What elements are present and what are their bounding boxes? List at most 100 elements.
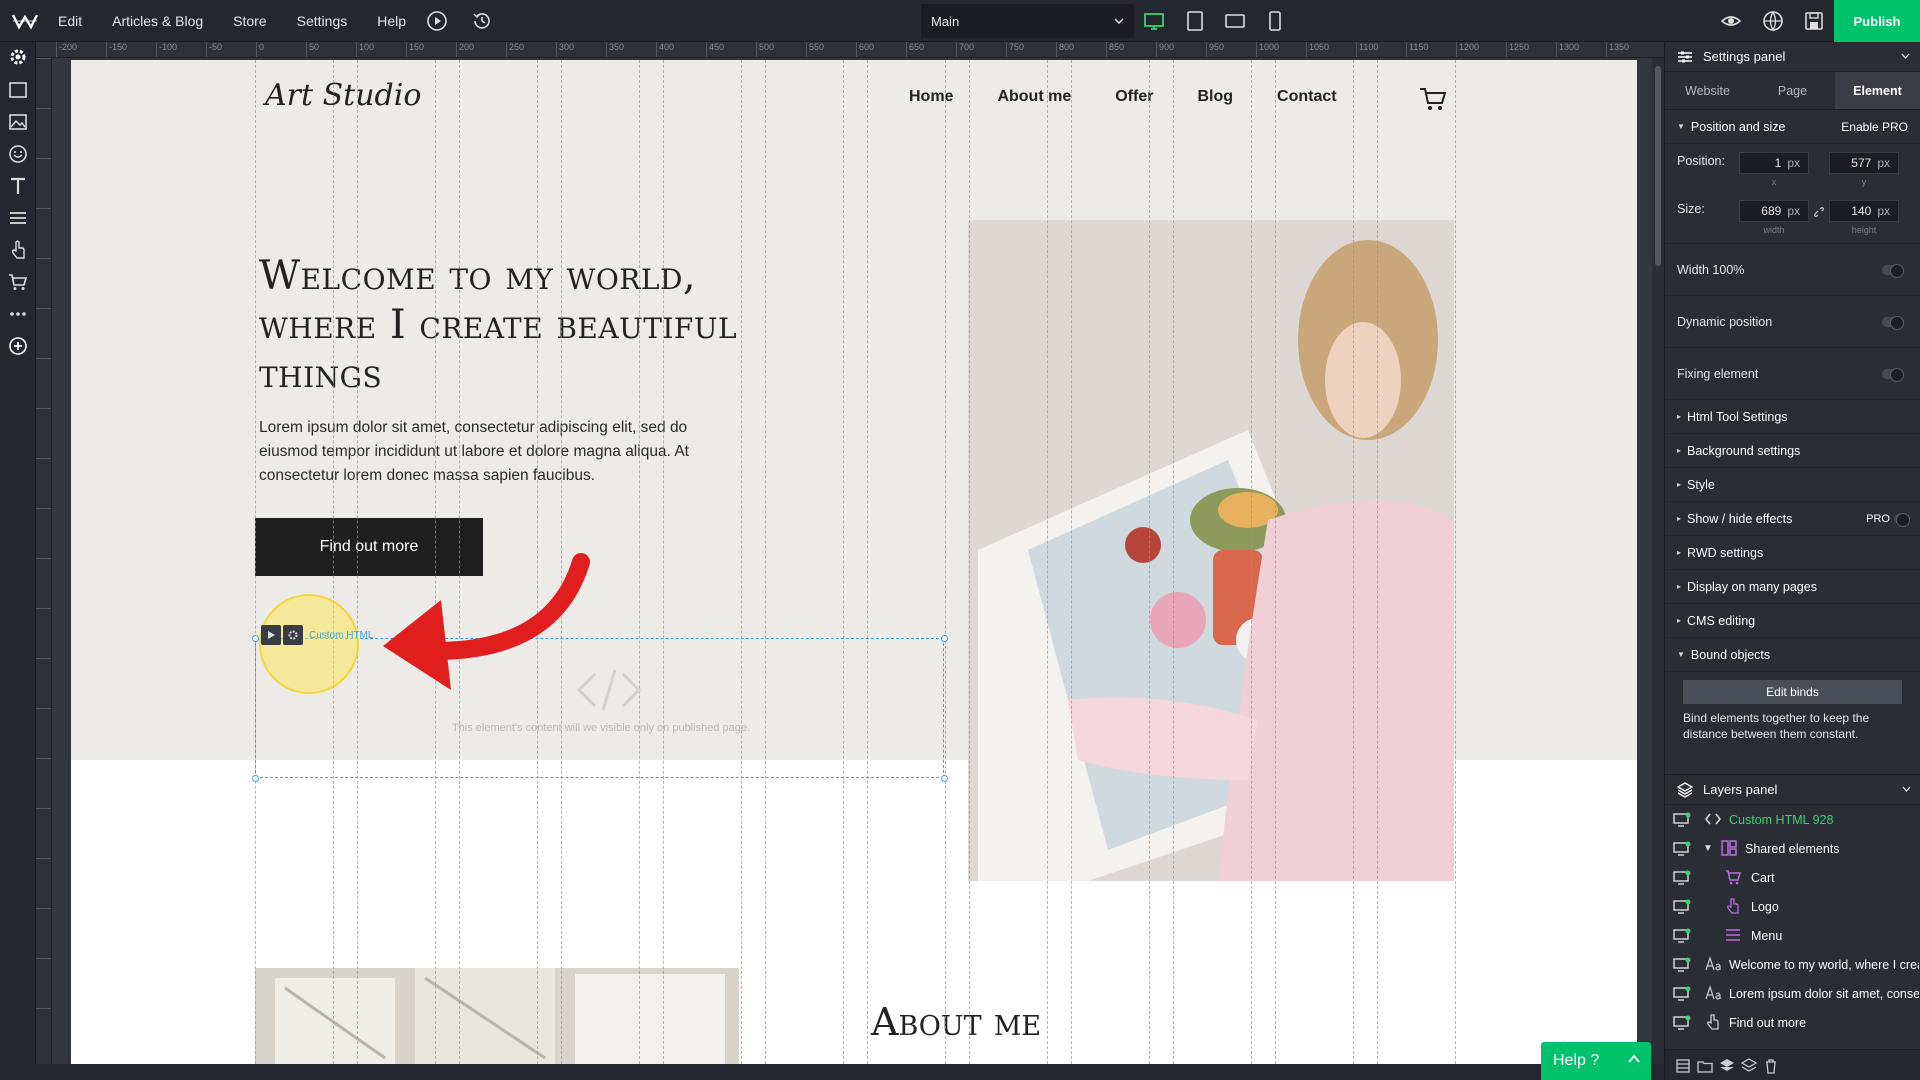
menu-edit[interactable]: Edit <box>58 13 82 29</box>
chevron-down-icon[interactable] <box>1902 786 1911 792</box>
nav-blog[interactable]: Blog <box>1197 88 1233 106</box>
layer-outline-icon[interactable] <box>1741 1058 1757 1074</box>
settings-panel-header[interactable]: Settings panel <box>1665 42 1920 72</box>
eye-preview-icon[interactable] <box>1720 10 1742 32</box>
move-element-button[interactable] <box>261 625 281 645</box>
layer-item[interactable]: Logo <box>1665 892 1920 921</box>
tablet-view-icon[interactable] <box>1184 10 1206 32</box>
section-rwd-settings[interactable]: ▸ RWD settings <box>1665 536 1920 570</box>
section-bound-objects[interactable]: ▼ Bound objects <box>1665 638 1920 672</box>
website-page[interactable]: Art Studio Home About me Offer Blog Cont… <box>71 60 1637 1064</box>
menu-help[interactable]: Help <box>377 13 406 29</box>
visibility-desktop-icon[interactable] <box>1673 986 1691 1002</box>
desktop-view-icon[interactable] <box>1143 10 1165 32</box>
section-html-tool-settings[interactable]: ▸ Html Tool Settings <box>1665 400 1920 434</box>
link-ratio-icon[interactable] <box>1813 206 1825 218</box>
tab-website[interactable]: Website <box>1665 72 1750 109</box>
hero-headline[interactable]: Welcome to my world, where I create beau… <box>259 252 779 399</box>
visibility-desktop-icon[interactable] <box>1673 1015 1691 1031</box>
mobile-view-icon[interactable] <box>1264 10 1286 32</box>
effects-switch[interactable] <box>1894 512 1910 527</box>
editor-canvas[interactable]: Art Studio Home About me Offer Blog Cont… <box>52 58 1664 1064</box>
toggle-dynamic-position[interactable]: Dynamic position <box>1665 296 1920 348</box>
position-x-input[interactable]: 1 px <box>1739 152 1809 174</box>
image-icon[interactable] <box>8 112 28 132</box>
expand-triangle-icon[interactable]: ▼ <box>1703 843 1713 854</box>
menu-settings[interactable]: Settings <box>297 13 348 29</box>
nav-contact[interactable]: Contact <box>1277 88 1337 106</box>
nav-about[interactable]: About me <box>997 88 1071 106</box>
store-cart-icon[interactable] <box>8 272 28 292</box>
folder-icon[interactable] <box>1697 1058 1713 1074</box>
menu-articles-blog[interactable]: Articles & Blog <box>112 13 203 29</box>
visibility-desktop-icon[interactable] <box>1673 899 1691 915</box>
site-logo[interactable]: Art Studio <box>265 78 421 113</box>
trash-icon[interactable] <box>1763 1058 1779 1074</box>
section-background-settings[interactable]: ▸ Background settings <box>1665 434 1920 468</box>
tab-page[interactable]: Page <box>1750 72 1835 109</box>
layer-item[interactable]: Menu <box>1665 921 1920 950</box>
nav-home[interactable]: Home <box>909 88 953 106</box>
help-button[interactable]: Help ? <box>1541 1042 1651 1080</box>
more-icon[interactable] <box>8 304 28 324</box>
preview-play-icon[interactable] <box>426 10 448 32</box>
layers-panel-header[interactable]: Layers panel <box>1665 775 1920 805</box>
visibility-desktop-icon[interactable] <box>1673 812 1691 828</box>
element-settings-button[interactable] <box>283 625 303 645</box>
box-element-icon[interactable] <box>8 80 28 100</box>
visibility-desktop-icon[interactable] <box>1673 870 1691 886</box>
layer-item[interactable]: ▼ Shared elements <box>1665 834 1920 863</box>
layer-item[interactable]: Lorem ipsum dolor sit amet, consectetur <box>1665 979 1920 1008</box>
layer-item[interactable]: Find out more <box>1665 1008 1920 1037</box>
chevron-down-icon[interactable] <box>1901 53 1910 59</box>
globe-icon[interactable] <box>1762 10 1784 32</box>
height-input[interactable]: 140 px <box>1829 200 1899 222</box>
chevron-up-icon[interactable] <box>1627 1052 1641 1066</box>
section-show-hide-effects[interactable]: ▸ Show / hide effects PRO <box>1665 502 1920 536</box>
width-100-switch[interactable] <box>1882 263 1904 278</box>
tablet-landscape-view-icon[interactable] <box>1224 10 1246 32</box>
enable-pro-link[interactable]: Enable PRO <box>1841 120 1908 134</box>
resize-handle[interactable] <box>941 775 948 782</box>
menu-store[interactable]: Store <box>233 13 266 29</box>
toggle-width-100[interactable]: Width 100% <box>1665 244 1920 296</box>
gear-icon[interactable] <box>8 47 28 67</box>
resize-handle[interactable] <box>252 775 259 782</box>
add-element-icon[interactable] <box>8 336 28 356</box>
layer-item[interactable]: Welcome to my world, where I create <box>1665 950 1920 979</box>
width-input[interactable]: 689 px <box>1739 200 1809 222</box>
position-size-section[interactable]: ▼ Position and size Enable PRO <box>1665 110 1920 144</box>
cart-icon[interactable] <box>1419 86 1447 112</box>
section-cms-editing[interactable]: ▸ CMS editing <box>1665 604 1920 638</box>
about-heading[interactable]: About me <box>871 1000 1041 1044</box>
layer-item[interactable]: Cart <box>1665 863 1920 892</box>
fixing-element-switch[interactable] <box>1882 367 1904 382</box>
layers-stack-icon[interactable] <box>1719 1058 1735 1074</box>
resize-handle[interactable] <box>252 635 259 642</box>
visibility-desktop-icon[interactable] <box>1673 928 1691 944</box>
visibility-desktop-icon[interactable] <box>1673 957 1691 973</box>
visibility-desktop-icon[interactable] <box>1673 841 1691 857</box>
dynamic-position-switch[interactable] <box>1882 315 1904 330</box>
save-icon[interactable] <box>1803 10 1825 32</box>
section-style[interactable]: ▸ Style <box>1665 468 1920 502</box>
toggle-fixing-element[interactable]: Fixing element <box>1665 348 1920 400</box>
hero-body-text[interactable]: Lorem ipsum dolor sit amet, consectetur … <box>259 416 729 488</box>
history-icon[interactable] <box>471 10 493 32</box>
scrollbar-thumb[interactable] <box>1655 66 1661 266</box>
text-tool-icon[interactable] <box>8 176 28 196</box>
list-view-icon[interactable] <box>1675 1058 1691 1074</box>
app-logo-icon[interactable] <box>12 12 38 30</box>
tab-element[interactable]: Element <box>1835 72 1920 109</box>
nav-offer[interactable]: Offer <box>1115 88 1153 106</box>
smiley-icon[interactable] <box>8 144 28 164</box>
page-select[interactable]: Main <box>921 4 1134 38</box>
publish-button[interactable]: Publish <box>1834 0 1920 42</box>
site-nav[interactable]: Home About me Offer Blog Contact <box>909 88 1381 106</box>
canvas-scrollbar[interactable] <box>1652 58 1664 1064</box>
layer-item[interactable]: Custom HTML 928 <box>1665 805 1920 834</box>
about-image[interactable] <box>255 968 739 1064</box>
menu-tool-icon[interactable] <box>8 208 28 228</box>
resize-handle[interactable] <box>941 635 948 642</box>
edit-binds-button[interactable]: Edit binds <box>1683 680 1902 704</box>
